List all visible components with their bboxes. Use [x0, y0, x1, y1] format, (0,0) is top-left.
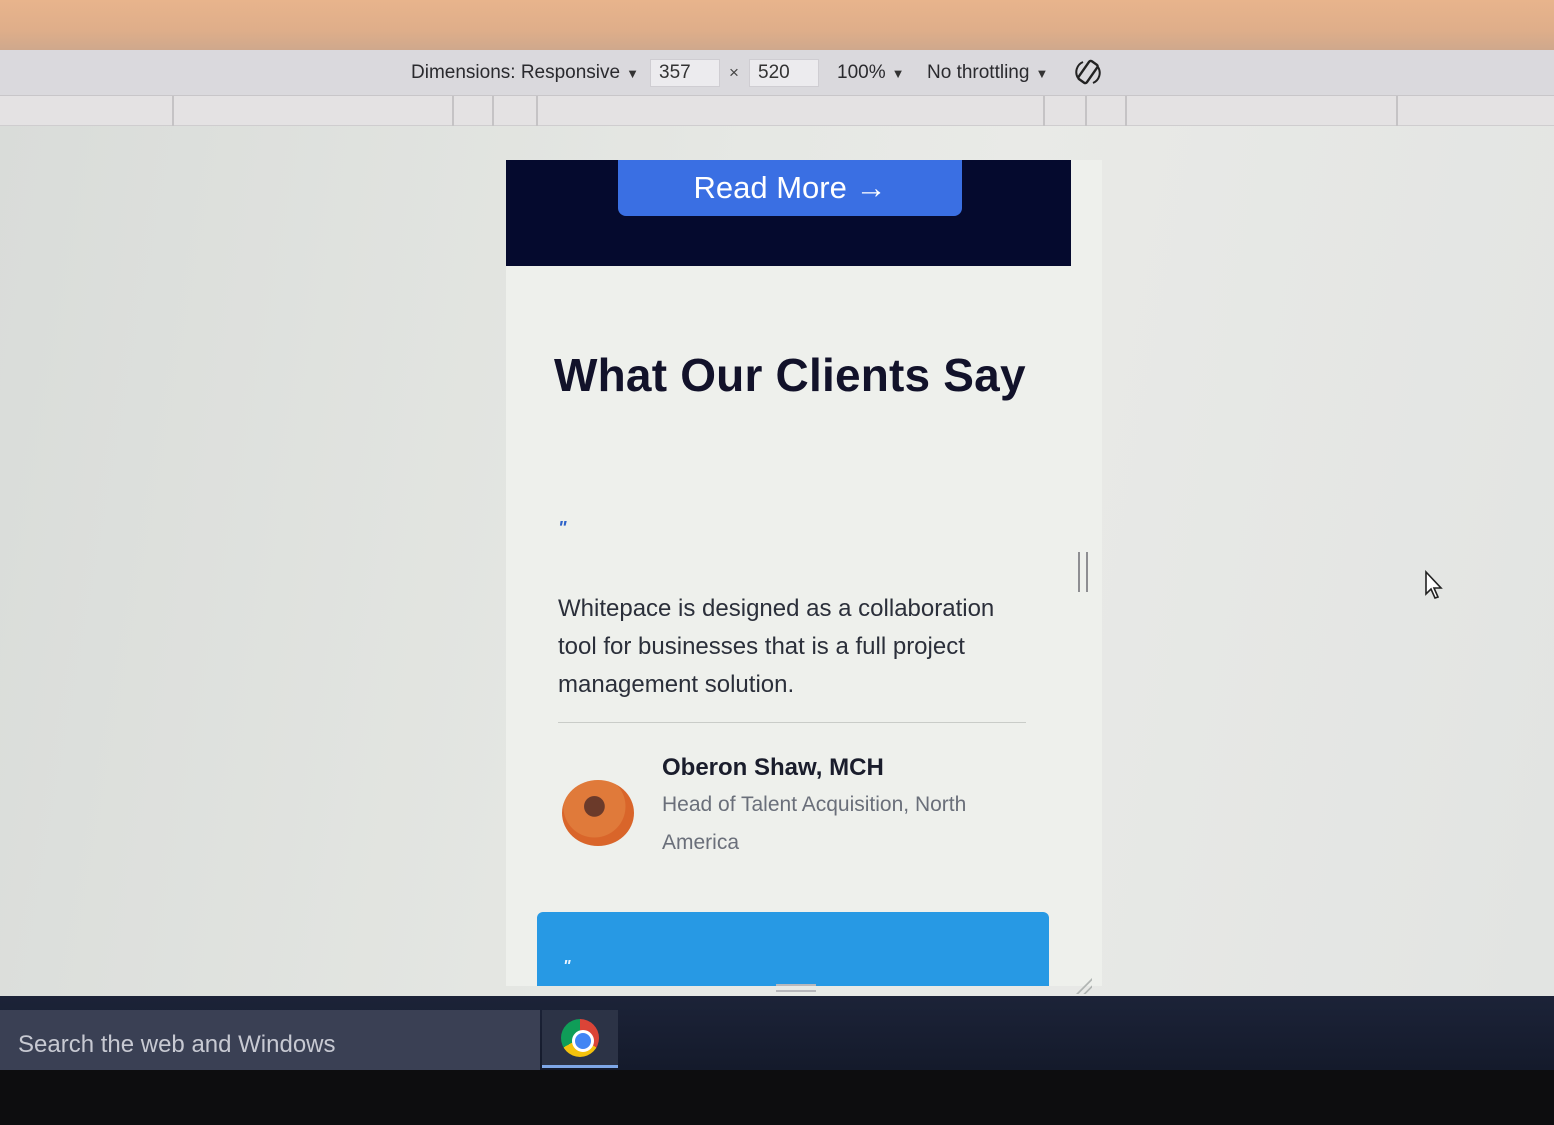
- viewport-side-resize-handle[interactable]: [1078, 552, 1088, 592]
- taskbar: Search the web and Windows: [0, 996, 1554, 1070]
- desk-background: [0, 0, 1554, 50]
- device-toolbar: Dimensions: Responsive ▼ 357 × 520 100% …: [0, 50, 1554, 96]
- chevron-down-icon: ▼: [626, 65, 639, 81]
- taskbar-search-box[interactable]: Search the web and Windows: [0, 1010, 540, 1070]
- chevron-down-icon: ▼: [1035, 65, 1049, 81]
- hero-section-band: Read More →: [506, 160, 1071, 266]
- device-viewport: Read More → What Our Clients Say " White…: [506, 160, 1102, 986]
- viewport-corner-resize-handle[interactable]: [1074, 976, 1092, 994]
- divider: [558, 722, 1026, 723]
- throttling-dropdown[interactable]: No throttling ▼: [927, 50, 1048, 96]
- read-more-button[interactable]: Read More →: [618, 160, 962, 216]
- author-role: Head of Talent Acquisition, North Americ…: [662, 793, 967, 854]
- rotate-icon: [1075, 59, 1101, 85]
- mouse-cursor-icon: [1425, 570, 1443, 599]
- author-name: Oberon Shaw, MCH: [662, 754, 884, 781]
- chevron-down-icon: ▼: [891, 65, 905, 81]
- zoom-dropdown[interactable]: 100% ▼: [837, 50, 904, 96]
- testimonial-quote: Whitepace is designed as a collaboration…: [558, 595, 995, 698]
- quote-icon: ": [558, 518, 567, 538]
- dimensions-label: Dimensions: Responsive: [411, 62, 621, 83]
- throttling-label: No throttling: [927, 62, 1030, 83]
- dimensions-dropdown[interactable]: Dimensions: Responsive ▼: [411, 50, 639, 96]
- monitor-bezel: [0, 1070, 1554, 1125]
- rotate-button[interactable]: [1075, 50, 1101, 96]
- viewport-bottom-resize-handle[interactable]: [776, 984, 816, 992]
- next-testimonial-card: ": [537, 912, 1049, 986]
- times-symbol: ×: [729, 63, 739, 82]
- height-input[interactable]: 520: [749, 59, 819, 87]
- chrome-icon: [561, 1018, 599, 1057]
- section-title: What Our Clients Say: [554, 349, 1026, 401]
- avatar: [562, 780, 634, 846]
- width-input[interactable]: 357: [650, 59, 720, 87]
- media-query-ruler: [0, 96, 1554, 126]
- zoom-label: 100%: [837, 62, 886, 83]
- quote-icon: ": [563, 958, 571, 975]
- taskbar-chrome-button[interactable]: [542, 1010, 618, 1068]
